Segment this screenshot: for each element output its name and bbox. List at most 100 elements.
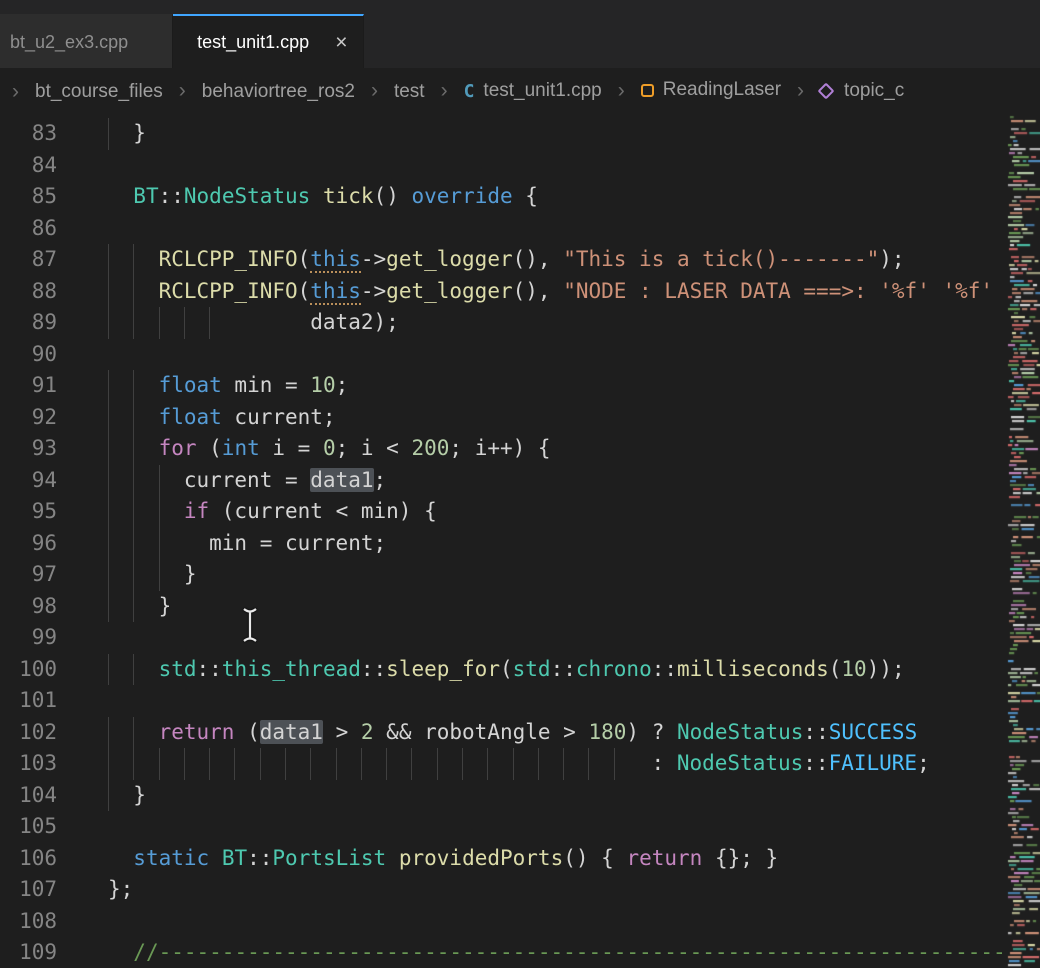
breadcrumb-item-test[interactable]: test bbox=[394, 81, 425, 103]
line-number: 106 bbox=[0, 843, 57, 875]
breadcrumb-item-test_unit1.cpp[interactable]: Ctest_unit1.cpp bbox=[464, 80, 602, 102]
indent-guide bbox=[133, 370, 158, 402]
breadcrumb-label: ReadingLaser bbox=[663, 79, 781, 101]
indent-guide bbox=[133, 465, 158, 497]
indent-guide bbox=[108, 276, 133, 308]
code-line[interactable]: RCLCPP_INFO(this->get_logger(), "This is… bbox=[108, 244, 1007, 276]
indent-guide bbox=[133, 717, 158, 749]
line-number: 95 bbox=[0, 496, 57, 528]
breadcrumb-label: bt_course_files bbox=[35, 81, 163, 103]
indent-guide bbox=[108, 559, 133, 591]
indent-guide bbox=[133, 433, 158, 465]
line-number: 99 bbox=[0, 622, 57, 654]
breadcrumb-label: behaviortree_ros2 bbox=[202, 81, 355, 103]
code-line[interactable]: data2); bbox=[108, 307, 1007, 339]
code-line[interactable]: return (data1 > 2 && robotAngle > 180) ?… bbox=[108, 717, 1007, 749]
tab-test_unit1[interactable]: test_unit1.cpp × bbox=[173, 14, 364, 68]
code-line[interactable]: float current; bbox=[108, 402, 1007, 434]
code-line[interactable]: }; bbox=[108, 874, 1007, 906]
code-line[interactable]: min = current; bbox=[108, 528, 1007, 560]
indent-guide bbox=[108, 528, 133, 560]
indent-guide bbox=[159, 307, 184, 339]
code-line[interactable]: RCLCPP_INFO(this->get_logger(), "NODE : … bbox=[108, 276, 1007, 308]
line-number: 109 bbox=[0, 937, 57, 968]
breadcrumb-item-bt_course_files[interactable]: bt_course_files bbox=[35, 81, 163, 103]
code-area[interactable]: } BT::NodeStatus tick() override {RCLCPP… bbox=[108, 114, 1007, 968]
code-line[interactable]: static BT::PortsList providedPorts() { r… bbox=[108, 843, 1007, 875]
indent-guide bbox=[411, 748, 436, 780]
breadcrumb-item-topic_c[interactable]: topic_c bbox=[820, 80, 904, 102]
indent-guide bbox=[108, 748, 133, 780]
tab-label: test_unit1.cpp bbox=[197, 32, 309, 53]
code-line[interactable] bbox=[108, 906, 1007, 938]
line-number: 101 bbox=[0, 685, 57, 717]
line-number: 90 bbox=[0, 339, 57, 371]
indent-guide bbox=[588, 748, 613, 780]
code-line[interactable] bbox=[108, 150, 1007, 182]
line-number: 84 bbox=[0, 150, 57, 182]
breadcrumb: › bt_course_files › behaviortree_ros2 › test… bbox=[0, 68, 1040, 114]
line-number: 88 bbox=[0, 276, 57, 308]
code-line[interactable] bbox=[108, 811, 1007, 843]
line-number: 108 bbox=[0, 906, 57, 938]
indent-guide bbox=[133, 748, 158, 780]
chevron-right-icon: › bbox=[12, 81, 19, 102]
code-line[interactable]: std::this_thread::sleep_for(std::chrono:… bbox=[108, 654, 1007, 686]
code-line[interactable]: } bbox=[108, 780, 1007, 812]
code-line[interactable]: } bbox=[108, 118, 1007, 150]
tab-bar: bt_u2_ex3.cpp test_unit1.cpp × bbox=[0, 0, 1040, 68]
code-line[interactable]: float min = 10; bbox=[108, 370, 1007, 402]
breadcrumb-label: test_unit1.cpp bbox=[483, 80, 601, 102]
line-number: 83 bbox=[0, 118, 57, 150]
indent-guide bbox=[133, 307, 158, 339]
code-line[interactable]: for (int i = 0; i < 200; i++) { bbox=[108, 433, 1007, 465]
indent-guide bbox=[133, 244, 158, 276]
indent-guide bbox=[133, 528, 158, 560]
indent-guide bbox=[108, 717, 133, 749]
code-line[interactable] bbox=[108, 213, 1007, 245]
indent-guide bbox=[336, 748, 361, 780]
class-icon bbox=[641, 84, 654, 97]
line-number: 96 bbox=[0, 528, 57, 560]
code-line[interactable]: } bbox=[108, 591, 1007, 623]
indent-guide bbox=[209, 748, 234, 780]
line-number: 91 bbox=[0, 370, 57, 402]
indent-guide bbox=[159, 748, 184, 780]
code-line[interactable]: : NodeStatus::FAILURE; bbox=[108, 748, 1007, 780]
indent-guide bbox=[108, 118, 133, 150]
breadcrumb-item-ReadingLaser[interactable]: ReadingLaser bbox=[641, 79, 781, 101]
breadcrumb-label: test bbox=[394, 81, 425, 103]
indent-guide bbox=[108, 591, 133, 623]
breadcrumb-items: bt_course_files›behaviortree_ros2›test›C… bbox=[35, 79, 904, 103]
indent-guide bbox=[108, 780, 133, 812]
minimap[interactable] bbox=[1007, 114, 1040, 968]
indent-guide bbox=[310, 748, 335, 780]
indent-guide bbox=[538, 748, 563, 780]
code-line[interactable] bbox=[108, 622, 1007, 654]
indent-guide bbox=[386, 748, 411, 780]
indent-guide bbox=[361, 748, 386, 780]
line-number: 87 bbox=[0, 244, 57, 276]
code-line[interactable]: BT::NodeStatus tick() override { bbox=[108, 181, 1007, 213]
tab-bt_u2_ex3[interactable]: bt_u2_ex3.cpp bbox=[0, 14, 173, 68]
indent-guide bbox=[159, 528, 184, 560]
code-line[interactable] bbox=[108, 339, 1007, 371]
line-number: 102 bbox=[0, 717, 57, 749]
code-line[interactable]: if (current < min) { bbox=[108, 496, 1007, 528]
chevron-right-icon: › bbox=[441, 79, 448, 102]
line-number: 89 bbox=[0, 307, 57, 339]
breadcrumb-item-behaviortree_ros2[interactable]: behaviortree_ros2 bbox=[202, 81, 355, 103]
line-number: 93 bbox=[0, 433, 57, 465]
code-line[interactable]: } bbox=[108, 559, 1007, 591]
code-line[interactable] bbox=[108, 685, 1007, 717]
indent-guide bbox=[108, 433, 133, 465]
indent-guide bbox=[285, 748, 310, 780]
code-line[interactable]: current = data1; bbox=[108, 465, 1007, 497]
indent-guide bbox=[133, 496, 158, 528]
indent-guide bbox=[462, 748, 487, 780]
indent-guide bbox=[260, 748, 285, 780]
indent-guide bbox=[133, 402, 158, 434]
code-line[interactable]: //--------------------------------------… bbox=[108, 937, 1007, 968]
chevron-right-icon: › bbox=[618, 79, 625, 102]
close-icon[interactable]: × bbox=[335, 32, 347, 53]
